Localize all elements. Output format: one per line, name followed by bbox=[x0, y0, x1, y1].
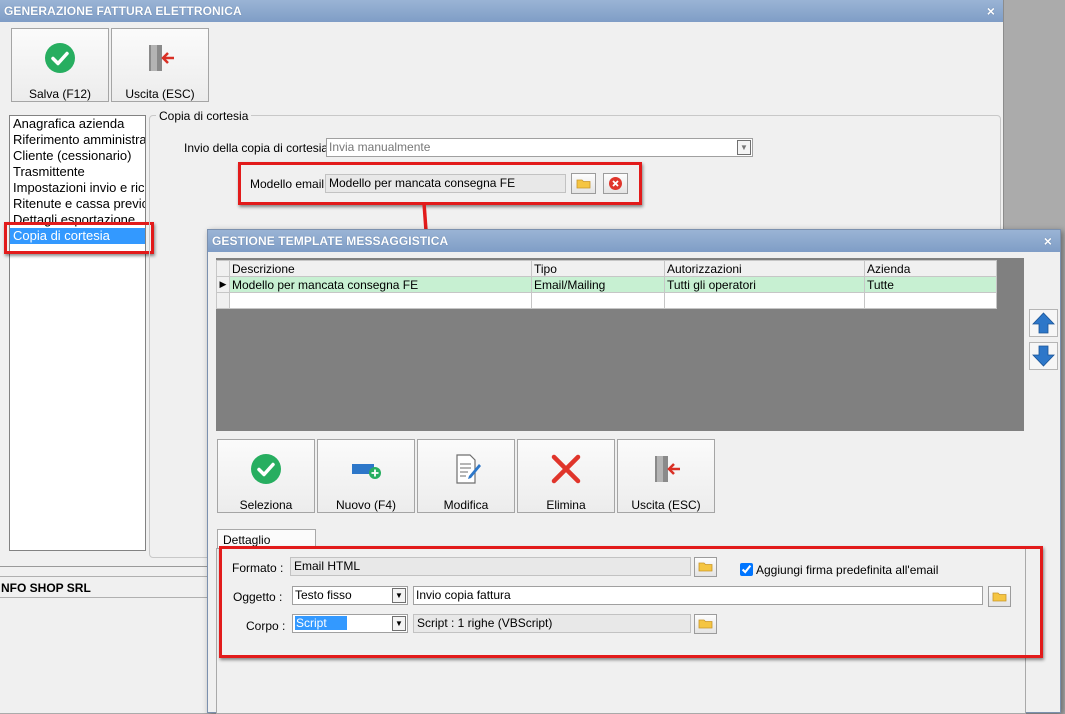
empty-cell[interactable] bbox=[229, 292, 532, 309]
column-header-descrizione[interactable]: Descrizione bbox=[229, 260, 532, 277]
arrow-down-icon bbox=[1032, 345, 1055, 367]
section-item-ritenute[interactable]: Ritenute e cassa previc bbox=[10, 196, 145, 212]
dialog-titlebar: GESTIONE TEMPLATE MESSAGGISTICA × bbox=[208, 230, 1060, 252]
dialog-title: GESTIONE TEMPLATE MESSAGGISTICA bbox=[212, 234, 449, 248]
section-item-anagrafica[interactable]: Anagrafica azienda bbox=[10, 116, 145, 132]
check-icon bbox=[45, 43, 75, 73]
new-button[interactable]: Nuovo (F4) bbox=[317, 439, 415, 513]
edit-button[interactable]: Modifica bbox=[417, 439, 515, 513]
send-copy-select[interactable]: Invia manualmente ▼ bbox=[326, 138, 753, 157]
exit-button-label: Uscita (ESC) bbox=[631, 498, 701, 512]
row-indicator-header bbox=[216, 260, 230, 277]
exit-button[interactable]: Uscita (ESC) bbox=[617, 439, 715, 513]
exit-door-icon bbox=[655, 456, 680, 482]
send-copy-label: Invio della copia di cortesia : bbox=[184, 141, 335, 155]
column-header-azienda[interactable]: Azienda bbox=[864, 260, 997, 277]
exit-button[interactable]: Uscita (ESC) bbox=[111, 28, 209, 102]
check-icon bbox=[251, 454, 281, 484]
save-button[interactable]: Salva (F12) bbox=[11, 28, 109, 102]
new-row[interactable] bbox=[216, 292, 997, 309]
highlight-box bbox=[4, 222, 154, 254]
template-dialog: GESTIONE TEMPLATE MESSAGGISTICA × Descri… bbox=[207, 229, 1061, 714]
empty-cell[interactable] bbox=[531, 292, 665, 309]
edit-button-label: Modifica bbox=[443, 498, 489, 512]
edit-document-icon bbox=[456, 454, 481, 484]
section-item-trasmittente[interactable]: Trasmittente bbox=[10, 164, 145, 180]
close-icon[interactable]: × bbox=[1044, 230, 1052, 252]
empty-cell[interactable] bbox=[664, 292, 865, 309]
delete-button-label: Elimina bbox=[546, 498, 586, 512]
template-grid: Descrizione Tipo Autorizzazioni Azienda … bbox=[216, 258, 1024, 431]
highlight-box bbox=[219, 546, 1043, 658]
grid-header-row: Descrizione Tipo Autorizzazioni Azienda bbox=[216, 260, 997, 277]
row-indicator bbox=[216, 292, 230, 309]
main-window-titlebar: GENERAZIONE FATTURA ELETTRONICA × bbox=[0, 0, 1003, 22]
cell-autorizzazioni[interactable]: Tutti gli operatori bbox=[664, 276, 865, 293]
add-row-icon bbox=[352, 464, 381, 479]
highlight-box bbox=[238, 162, 642, 205]
cell-descrizione[interactable]: Modello per mancata consegna FE bbox=[229, 276, 532, 293]
section-item-impostazioni[interactable]: Impostazioni invio e ric bbox=[10, 180, 145, 196]
section-item-riferimento[interactable]: Riferimento amministra bbox=[10, 132, 145, 148]
group-title: Copia di cortesia bbox=[156, 109, 252, 123]
move-up-button[interactable] bbox=[1029, 309, 1058, 337]
cell-azienda[interactable]: Tutte bbox=[864, 276, 997, 293]
exit-button-label: Uscita (ESC) bbox=[125, 87, 195, 101]
current-row-icon: ▶ bbox=[216, 276, 230, 293]
cell-tipo[interactable]: Email/Mailing bbox=[531, 276, 665, 293]
delete-x-icon bbox=[551, 454, 581, 484]
column-header-autorizzazioni[interactable]: Autorizzazioni bbox=[664, 260, 865, 277]
save-button-label: Salva (F12) bbox=[28, 87, 92, 101]
new-button-label: Nuovo (F4) bbox=[335, 498, 397, 512]
arrow-up-icon bbox=[1032, 312, 1055, 334]
close-icon[interactable]: × bbox=[987, 0, 995, 22]
exit-door-icon bbox=[149, 45, 174, 71]
select-button-label: Seleziona bbox=[239, 498, 293, 512]
move-down-button[interactable] bbox=[1029, 342, 1058, 370]
select-button[interactable]: Seleziona bbox=[217, 439, 315, 513]
chevron-down-icon[interactable]: ▼ bbox=[737, 140, 751, 155]
empty-cell[interactable] bbox=[864, 292, 997, 309]
column-header-tipo[interactable]: Tipo bbox=[531, 260, 665, 277]
delete-button[interactable]: Elimina bbox=[517, 439, 615, 513]
table-row[interactable]: ▶ Modello per mancata consegna FE Email/… bbox=[216, 276, 997, 293]
main-window-title: GENERAZIONE FATTURA ELETTRONICA bbox=[4, 4, 242, 18]
section-list: Anagrafica azienda Riferimento amministr… bbox=[9, 115, 146, 551]
send-copy-value: Invia manualmente bbox=[329, 140, 431, 154]
section-item-cliente[interactable]: Cliente (cessionario) bbox=[10, 148, 145, 164]
